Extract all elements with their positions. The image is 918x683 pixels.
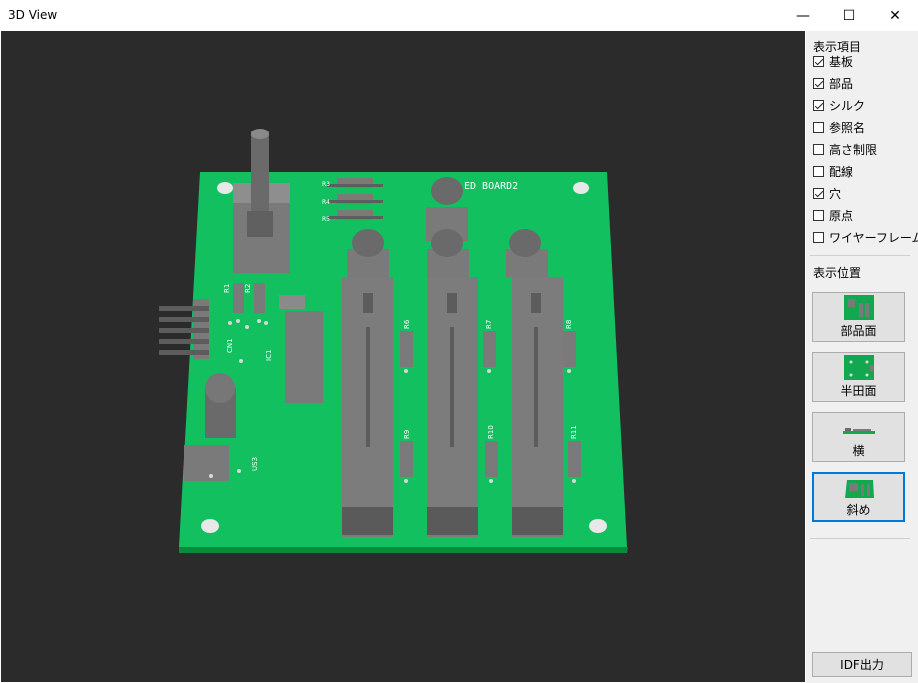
sidebar-panel: 表示項目 基板 部品 シルク 参照名 高さ制限 配線 穴 原点 ワイヤーフレーム… [806,31,918,683]
silk-label-r1: R1 [223,284,231,293]
view-component-side-button[interactable]: 部品面 [812,292,905,342]
view-oblique-label: 斜め [846,503,871,517]
checkbox-height-limit[interactable]: 高さ制限 [813,140,877,158]
minimize-icon: — [796,7,810,24]
checkbox-wireframe-box[interactable] [813,231,824,243]
component-resistor-r10 [485,441,498,477]
silk-label-r10: R10 [487,425,495,439]
checkbox-parts-box[interactable] [813,77,824,89]
checkbox-wiring-label: 配線 [829,164,854,179]
component-resistor-r7 [483,331,496,367]
checkbox-wireframe-label: ワイヤーフレーム [829,230,918,245]
title-bar: 3D View — ☐ ✕ [0,0,918,31]
silk-label-r7: R7 [485,320,493,329]
checkbox-origin[interactable]: 原点 [813,206,853,224]
checkbox-board[interactable]: 基板 [813,52,853,70]
checkbox-board-box[interactable] [813,55,824,67]
silk-label-r9: R9 [403,430,411,439]
mounting-hole [589,519,607,533]
component-resistor-r9 [400,441,413,477]
maximize-icon: ☐ [842,7,856,24]
divider [810,538,910,539]
silk-board-name: ED BOARD2 [464,181,518,192]
silk-label-r4: R4 [322,199,330,206]
side-view-thumbnail-icon [842,428,875,434]
idf-export-button[interactable]: IDF出力 [812,652,912,677]
3d-viewport[interactable]: ED BOARD2 R1 R2 R3 R4 R5 R6 R7 R8 R9 R10… [1,31,805,682]
component-resistor-r11 [568,441,581,477]
checkbox-wiring[interactable]: 配線 [813,162,853,180]
silk-label-r11: R11 [570,425,578,439]
pcb-3d-render: ED BOARD2 R1 R2 R3 R4 R5 R6 R7 R8 R9 R10… [159,129,628,553]
checkbox-board-label: 基板 [829,54,854,69]
component-slide-pot-3 [512,277,563,537]
close-button[interactable]: ✕ [872,0,918,31]
component-resistor-r2 [254,283,265,313]
component-slide-pot-2 [427,277,478,537]
silk-label-us3: US3 [251,457,259,471]
maximize-button[interactable]: ☐ [826,0,872,31]
silk-label-r8: R8 [565,320,573,329]
silk-label-r3: R3 [322,181,330,188]
checkbox-holes-label: 穴 [829,186,842,201]
checkbox-reference-name-label: 参照名 [829,120,866,135]
checkbox-wiring-box[interactable] [813,165,824,177]
mounting-hole [573,182,589,194]
minimize-button[interactable]: — [780,0,826,31]
checkbox-origin-label: 原点 [829,208,854,223]
mounting-hole [217,182,233,194]
silk-label-cn1: CN1 [226,338,234,353]
mounting-hole [201,519,219,533]
view-solder-side-label: 半田面 [840,384,877,398]
component-ic1 [285,311,323,403]
silk-label-r6: R6 [403,319,411,329]
checkbox-silk-label: シルク [829,98,866,113]
solder-side-thumbnail-icon [843,355,874,380]
checkbox-holes[interactable]: 穴 [813,184,841,202]
component-side-thumbnail-icon [843,295,874,320]
close-icon: ✕ [889,7,901,24]
checkbox-height-limit-box[interactable] [813,143,824,155]
component-connector-cn1 [159,299,209,359]
silk-label-r5: R5 [322,216,330,223]
checkbox-wireframe[interactable]: ワイヤーフレーム [813,228,918,246]
checkbox-height-limit-label: 高さ制限 [829,142,878,157]
component-slide-pot-1 [342,277,393,537]
silk-label-r2: R2 [244,284,252,293]
view-component-side-label: 部品面 [840,324,877,338]
component-resistor-r1 [233,283,244,313]
checkbox-parts-label: 部品 [829,76,854,91]
view-side-label: 横 [852,444,865,458]
view-side-button[interactable]: 横 [812,412,905,462]
checkbox-silk-box[interactable] [813,99,824,111]
checkbox-holes-box[interactable] [813,187,824,199]
silk-label-ic1: IC1 [265,350,273,361]
view-solder-side-button[interactable]: 半田面 [812,352,905,402]
checkbox-silk[interactable]: シルク [813,96,865,114]
divider [810,255,910,256]
checkbox-reference-name-box[interactable] [813,121,824,133]
pcb-board-edge [179,547,628,553]
component-resistor-r8 [563,331,576,367]
checkbox-parts[interactable]: 部品 [813,74,853,92]
oblique-view-thumbnail-icon [844,480,874,498]
view-position-heading: 表示位置 [813,266,862,280]
component-us3 [184,445,229,481]
checkbox-reference-name[interactable]: 参照名 [813,118,865,136]
view-oblique-button[interactable]: 斜め [812,472,905,522]
component-resistor-r6 [400,331,413,367]
window-title: 3D View [8,8,58,22]
checkbox-origin-box[interactable] [813,209,824,221]
